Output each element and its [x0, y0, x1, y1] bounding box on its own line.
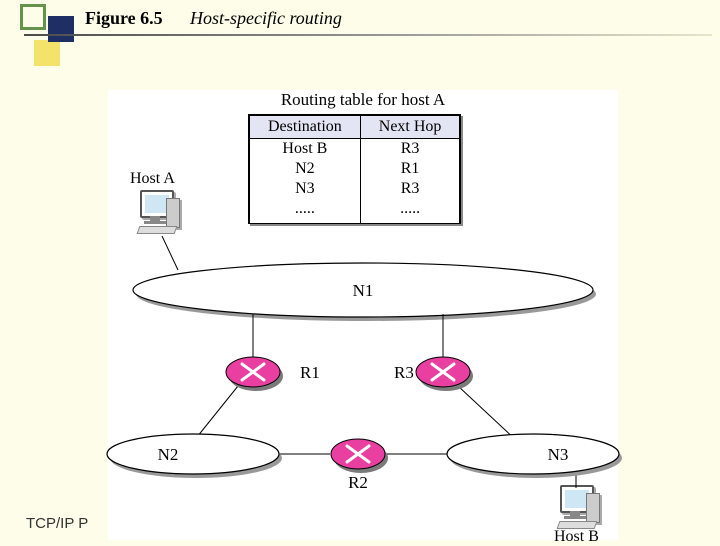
link-r3-n3: [458, 386, 518, 442]
topology-svg: N1 N2 N3 R1 R3: [108, 90, 618, 540]
n2-label: N2: [158, 445, 179, 464]
r3-label: R3: [394, 363, 414, 382]
n1-label: N1: [353, 281, 374, 300]
slide-header: Figure 6.5 Host-specific routing: [0, 0, 720, 46]
r2-label: R2: [348, 473, 368, 492]
link-hosta-n1: [162, 236, 178, 270]
decor-square-navy: [48, 16, 74, 42]
router-r2: [331, 439, 388, 473]
n3-label: N3: [548, 445, 569, 464]
router-r3: [416, 357, 473, 391]
figure-title: Host-specific routing: [190, 8, 342, 29]
network-n3: [447, 434, 619, 474]
r1-label: R1: [300, 363, 320, 382]
decor-square-yellow: [34, 40, 60, 66]
decor-square-green: [20, 4, 46, 30]
diagram-canvas: Routing table for host A Destination Nex…: [108, 90, 618, 540]
router-r1: [226, 357, 283, 391]
header-rule: [24, 34, 712, 36]
network-n2: [107, 434, 279, 474]
footer-text: TCP/IP P: [26, 515, 88, 532]
figure-label: Figure 6.5: [85, 8, 163, 29]
